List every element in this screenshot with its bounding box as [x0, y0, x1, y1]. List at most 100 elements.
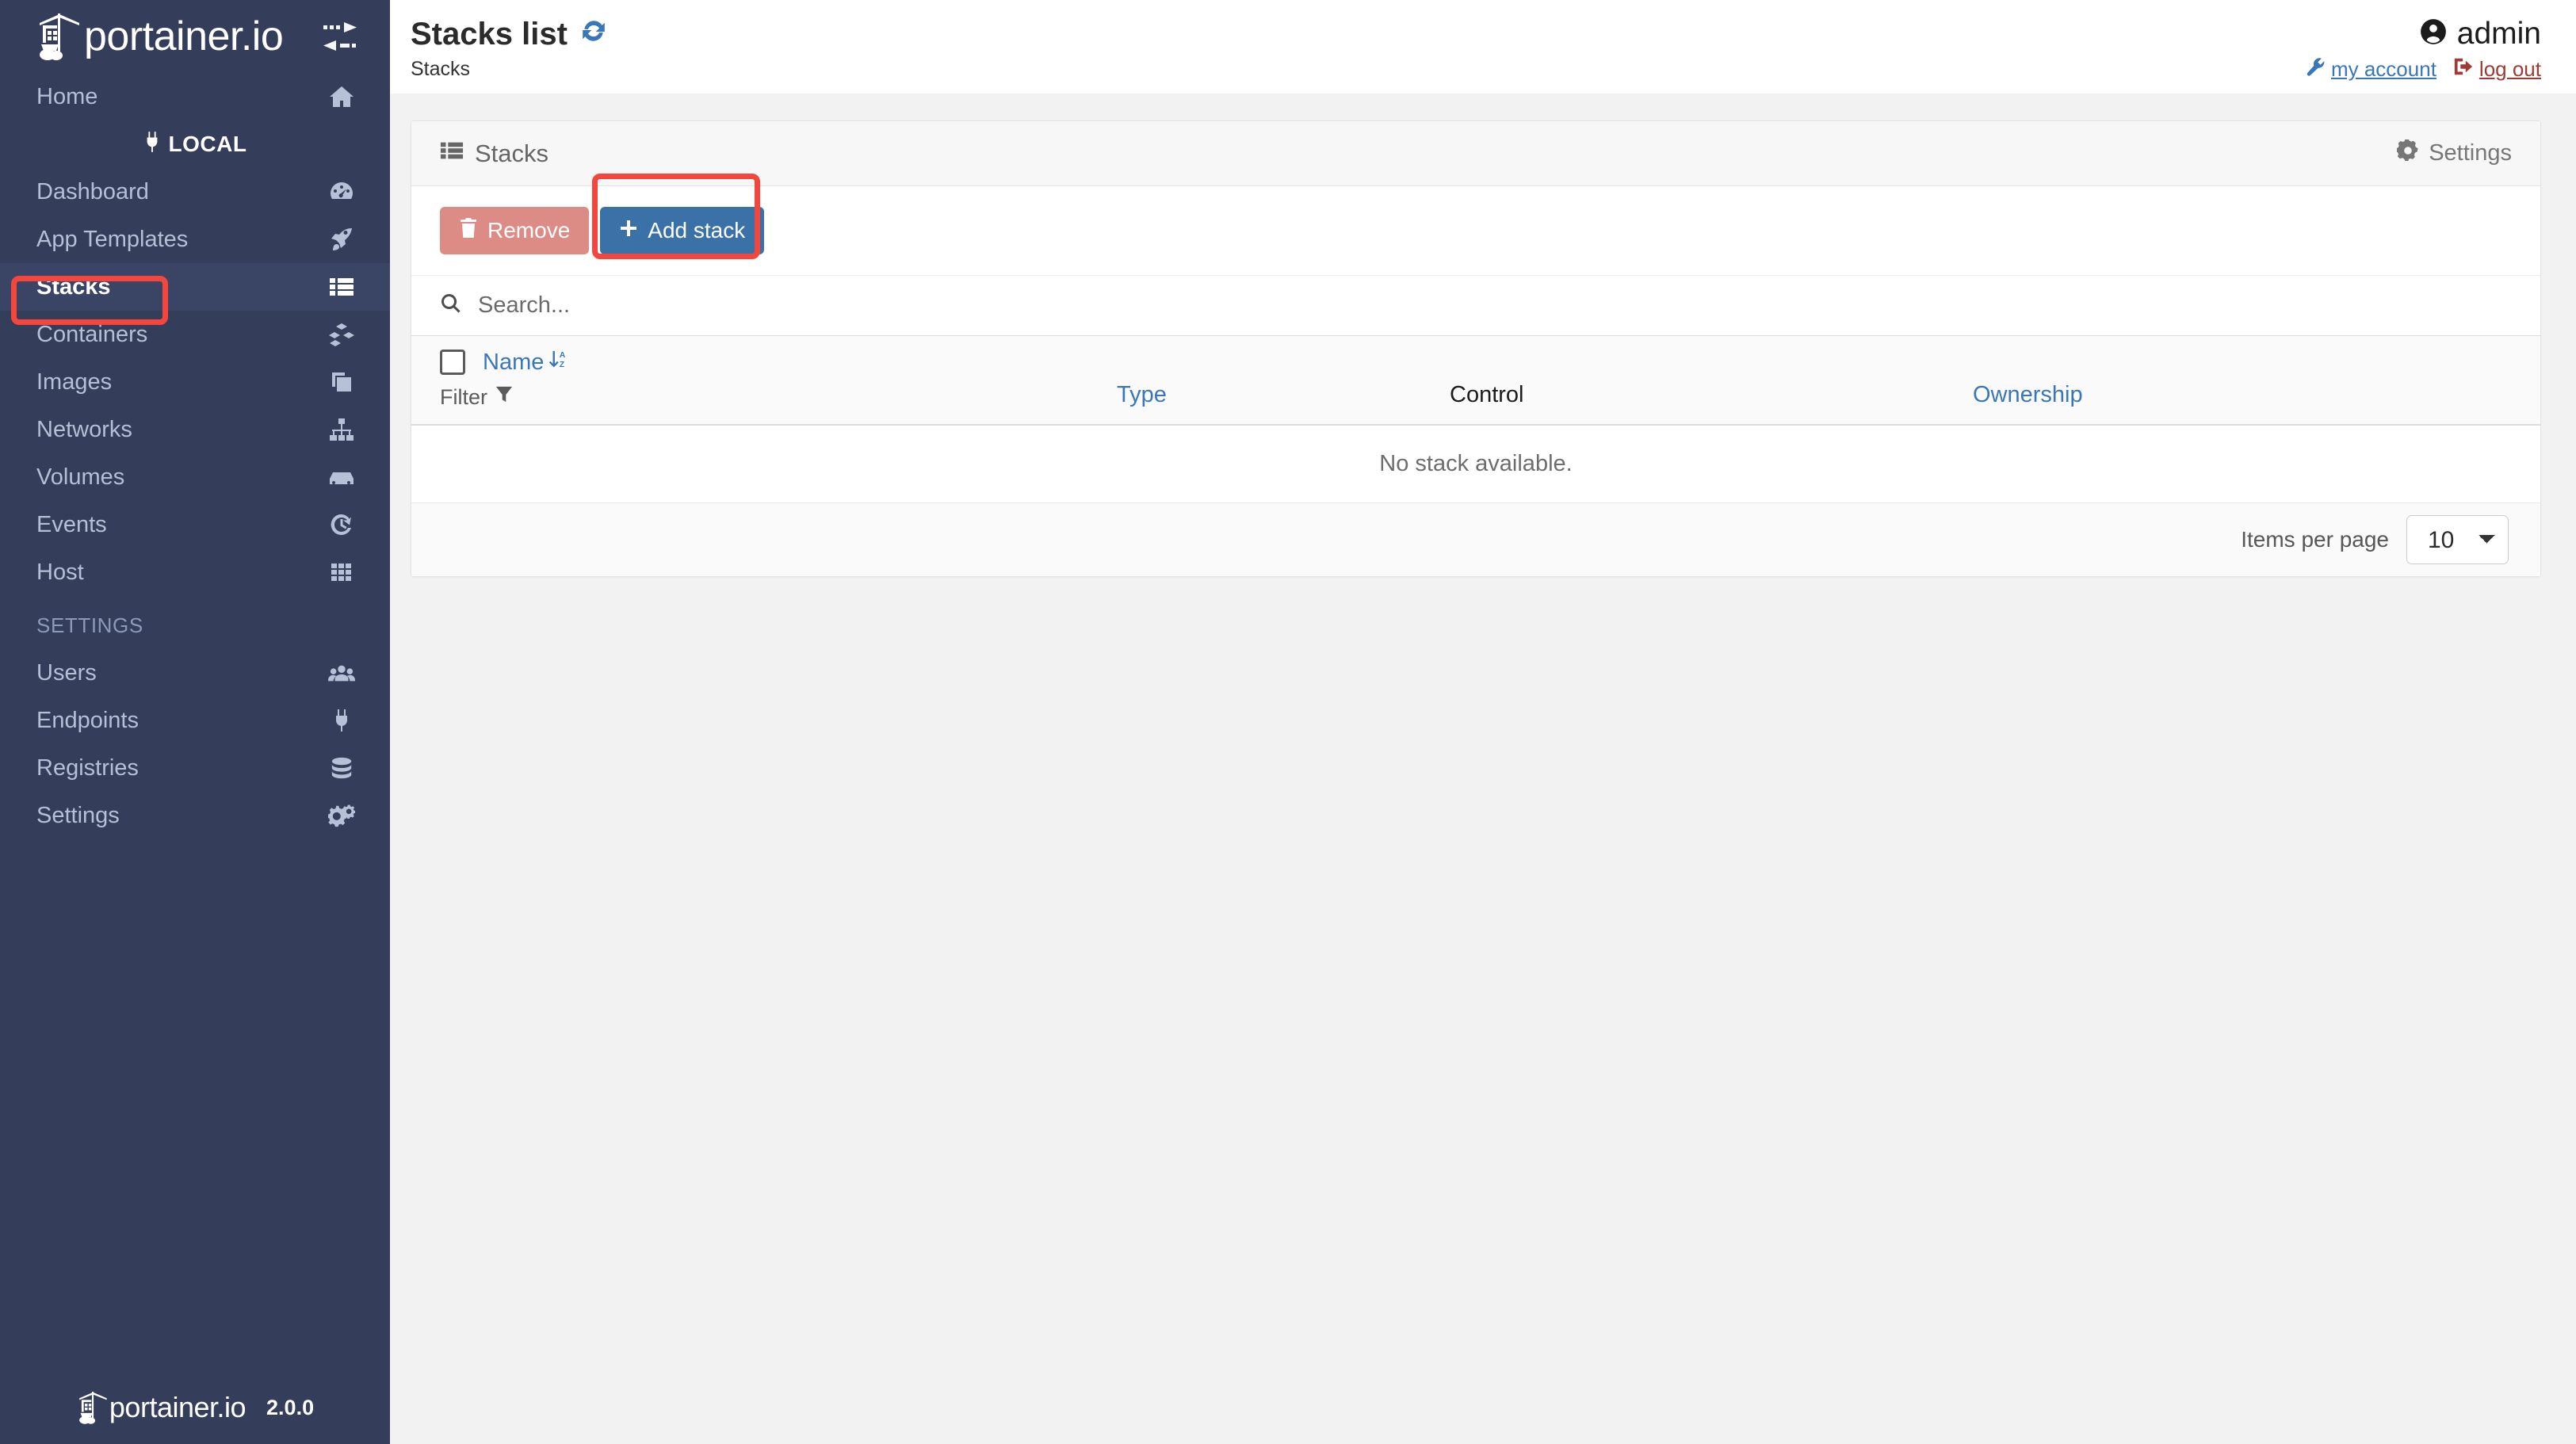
sidebar-item-label: Images	[36, 371, 112, 394]
sort-by-name-link[interactable]: Name AZ	[483, 349, 568, 376]
sidebar-item-home[interactable]: Home	[0, 73, 390, 120]
add-stack-button-label: Add stack	[648, 218, 745, 243]
remove-button-label: Remove	[487, 218, 570, 243]
sidebar-item-label: Events	[36, 514, 107, 537]
sidebar-item-label: Networks	[36, 418, 132, 441]
column-type[interactable]: Type	[1117, 336, 1450, 425]
column-ownership[interactable]: Ownership	[1862, 336, 2540, 425]
stacks-table: Name AZ Filter	[411, 336, 2540, 503]
items-per-page-label: Items per page	[2241, 527, 2389, 552]
filter-label: Filter	[440, 385, 487, 410]
table-head: Name AZ Filter	[411, 336, 2540, 425]
panel-settings-link[interactable]: Settings	[2397, 139, 2512, 168]
funnel-icon	[495, 385, 513, 410]
list-icon	[440, 139, 464, 169]
panel-title-label: Stacks	[475, 139, 548, 168]
items-per-page-select[interactable]: 10 25 50 100	[2406, 515, 2509, 564]
sidebar-item-volumes[interactable]: Volumes	[0, 453, 390, 501]
breadcrumb[interactable]: Stacks	[411, 58, 607, 81]
plug-icon	[328, 707, 355, 734]
wrench-icon	[2306, 56, 2326, 82]
sidebar-item-settings[interactable]: Settings	[0, 792, 390, 839]
panel-title: Stacks	[440, 139, 548, 169]
sidebar-item-app-templates[interactable]: App Templates	[0, 216, 390, 263]
sidebar-item-events[interactable]: Events	[0, 501, 390, 548]
history-icon	[328, 511, 355, 538]
pagination-bar: Items per page 10 25 50 100	[411, 503, 2540, 576]
sidebar-item-containers[interactable]: Containers	[0, 311, 390, 358]
exchange-arrows-icon[interactable]	[322, 21, 358, 52]
search-input[interactable]	[478, 292, 2512, 319]
hdd-icon	[328, 464, 355, 491]
home-icon	[328, 83, 355, 110]
sidebar-item-dashboard[interactable]: Dashboard	[0, 168, 390, 216]
header-links: my account log out	[2306, 56, 2541, 82]
sidebar-item-endpoints[interactable]: Endpoints	[0, 697, 390, 744]
remove-button[interactable]: Remove	[440, 207, 589, 254]
sidebar-section-settings: SETTINGS	[0, 596, 390, 649]
sidebar-item-registries[interactable]: Registries	[0, 744, 390, 792]
sidebar-item-label: Host	[36, 561, 84, 584]
main-area: Stacks list Stacks admin	[390, 0, 2576, 1444]
sidebar-item-label: Registries	[36, 757, 139, 780]
column-control: Control	[1450, 336, 1862, 425]
page-header-right: admin my account log out	[2306, 17, 2541, 82]
column-name: Name AZ Filter	[411, 336, 1117, 425]
portainer-crane-logo-icon	[35, 12, 81, 61]
footer-brand-logo: portainer.io	[76, 1390, 246, 1425]
my-account-label: my account	[2331, 57, 2436, 82]
content-area: Stacks Settings Remove	[390, 94, 2576, 1444]
log-out-link[interactable]: log out	[2452, 56, 2541, 82]
sidebar-item-label: Home	[36, 86, 97, 109]
database-icon	[328, 754, 355, 781]
name-header-line: Name AZ	[440, 349, 1117, 376]
portainer-crane-logo-icon	[76, 1390, 108, 1425]
search-icon	[440, 292, 462, 319]
search-bar[interactable]	[411, 276, 2540, 336]
clone-icon	[328, 369, 355, 395]
username-label: admin	[2457, 18, 2541, 49]
sidebar-brand[interactable]: portainer.io	[0, 0, 390, 73]
column-name-label: Name	[483, 350, 544, 376]
plug-icon	[143, 131, 161, 159]
sidebar-item-stacks[interactable]: Stacks	[0, 263, 390, 311]
empty-state-message: No stack available.	[411, 425, 2540, 503]
sidebar-item-label: Settings	[36, 804, 120, 827]
add-stack-button[interactable]: Add stack	[600, 207, 764, 254]
sidebar-item-users[interactable]: Users	[0, 649, 390, 697]
user-info: admin	[2419, 17, 2541, 50]
rocket-icon	[328, 226, 355, 253]
panel-header: Stacks Settings	[411, 121, 2540, 186]
cubes-icon	[328, 321, 355, 348]
footer-brand-name: portainer.io	[109, 1393, 246, 1422]
actions-bar: Remove Add stack	[411, 186, 2540, 276]
gear-icon	[2397, 139, 2419, 168]
sidebar-item-label: Stacks	[36, 276, 111, 299]
page-title-text: Stacks list	[411, 18, 568, 50]
plus-icon	[619, 218, 638, 243]
sidebar-item-label: App Templates	[36, 228, 188, 251]
version-label: 2.0.0	[266, 1396, 314, 1420]
refresh-icon[interactable]	[580, 17, 607, 50]
sidebar-item-label: Endpoints	[36, 709, 139, 732]
sidebar-item-label: Dashboard	[36, 181, 149, 204]
sidebar-item-host[interactable]: Host	[0, 548, 390, 596]
list-icon	[328, 273, 355, 300]
endpoint-label: LOCAL	[169, 132, 247, 157]
cogs-icon	[328, 802, 355, 829]
sidebar-item-networks[interactable]: Networks	[0, 406, 390, 453]
brand-logo[interactable]: portainer.io	[35, 12, 322, 61]
brand-name: portainer.io	[84, 16, 283, 57]
svg-text:Z: Z	[560, 361, 564, 369]
my-account-link[interactable]: my account	[2306, 56, 2436, 82]
sidebar-item-label: Volumes	[36, 466, 124, 489]
sidebar: portainer.io Home	[0, 0, 390, 1444]
sort-alpha-down-icon: AZ	[548, 349, 568, 376]
th-icon	[328, 559, 355, 586]
sidebar-item-images[interactable]: Images	[0, 358, 390, 406]
page-header-left: Stacks list Stacks	[411, 17, 607, 81]
filter-control[interactable]: Filter	[440, 385, 1117, 410]
trash-icon	[459, 217, 478, 245]
sidebar-nav: Home LOCAL Dashboard App Templates	[0, 73, 390, 1444]
select-all-checkbox[interactable]	[440, 350, 465, 375]
